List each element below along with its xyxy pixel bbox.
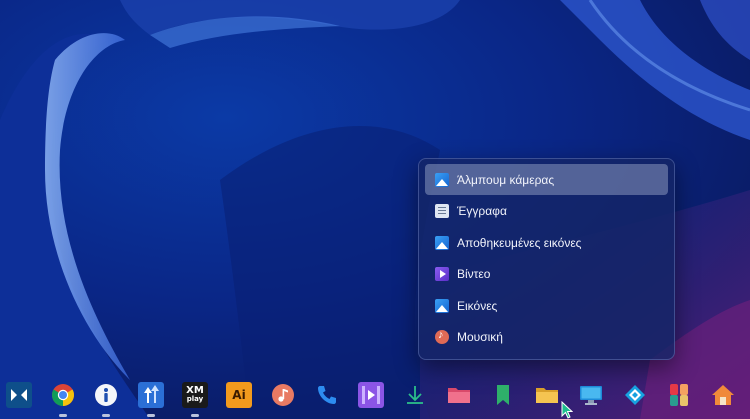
dock-item-video[interactable] (358, 382, 384, 408)
mouse-cursor (561, 401, 573, 419)
dock-item-dolby[interactable] (6, 382, 32, 408)
library-context-menu: Άλμπουμ κάμερας Έγγραφα Αποθηκευμένες ει… (418, 158, 675, 360)
dock-item-home[interactable] (710, 382, 736, 408)
music-icon (435, 329, 449, 345)
dock-item-game[interactable] (666, 382, 692, 408)
menu-item-pictures[interactable]: Εικόνες (425, 290, 668, 321)
menu-item-saved-pictures[interactable]: Αποθηκευμένες εικόνες (425, 227, 668, 258)
image-icon (435, 172, 449, 187)
home-icon (710, 382, 736, 408)
menu-item-label: Άλμπουμ κάμερας (457, 172, 555, 187)
running-indicator (191, 414, 199, 417)
image-icon (435, 235, 449, 250)
menu-item-label: Βίντεο (457, 267, 491, 282)
chrome-icon (50, 382, 76, 408)
dock-item-download[interactable] (402, 382, 428, 408)
phone-icon (314, 382, 340, 408)
dock-item-upload[interactable] (138, 382, 164, 417)
dock-item-bookmark[interactable] (490, 382, 516, 408)
yellow-folder-icon (534, 382, 560, 408)
image-icon (435, 298, 449, 313)
menu-item-videos[interactable]: Βίντεο (425, 259, 668, 290)
monitor-icon (578, 382, 604, 408)
pink-folder-icon (446, 382, 472, 408)
dock-item-pink-folder[interactable] (446, 382, 472, 408)
running-indicator (102, 414, 110, 417)
running-indicator (147, 414, 155, 417)
dock-item-music[interactable] (270, 382, 296, 408)
green-bookmark-icon (490, 382, 516, 408)
running-indicator (59, 414, 67, 417)
dock: XM play Ai (0, 378, 750, 419)
menu-item-label: Εικόνες (457, 298, 498, 313)
menu-item-label: Αποθηκευμένες εικόνες (457, 235, 582, 250)
dock-item-folder[interactable] (534, 382, 560, 408)
menu-item-music[interactable]: Μουσική (425, 322, 668, 353)
upload-arrows-icon (138, 382, 164, 408)
menu-item-camera-roll[interactable]: Άλμπουμ κάμερας (425, 164, 668, 195)
music-app-icon (270, 382, 296, 408)
document-icon (435, 204, 449, 219)
dock-item-kodi[interactable] (622, 382, 648, 408)
game-icon (666, 382, 692, 408)
dock-item-chrome[interactable] (50, 382, 76, 417)
menu-item-label: Έγγραφα (457, 204, 507, 219)
video-player-icon (358, 382, 384, 408)
dock-item-illustrator[interactable]: Ai (226, 382, 252, 408)
dock-item-monitor[interactable] (578, 382, 604, 408)
kodi-icon (622, 382, 648, 408)
menu-item-label: Μουσική (457, 330, 503, 345)
download-icon (402, 382, 428, 408)
dock-item-info[interactable] (93, 382, 119, 417)
dolby-icon (6, 382, 32, 408)
dock-item-phone[interactable] (314, 382, 340, 408)
info-icon (93, 382, 119, 408)
illustrator-icon: Ai (226, 382, 252, 408)
xmplay-icon: XM play (182, 382, 208, 408)
dock-item-xmplay[interactable]: XM play (182, 382, 208, 417)
video-icon (435, 267, 449, 282)
menu-item-documents[interactable]: Έγγραφα (425, 196, 668, 227)
